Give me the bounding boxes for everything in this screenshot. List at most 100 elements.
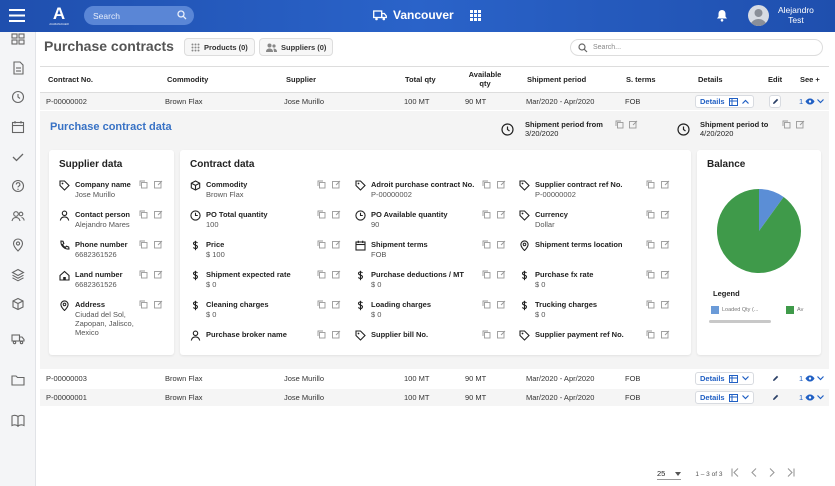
products-filter-chip[interactable]: Products (0) [184, 38, 255, 56]
help-icon[interactable] [11, 179, 25, 193]
edit-small-icon[interactable] [332, 300, 341, 309]
edit-small-icon[interactable] [154, 240, 163, 249]
last-page-icon[interactable] [787, 468, 795, 477]
copy-icon[interactable] [646, 240, 655, 249]
prev-page-icon[interactable] [751, 468, 757, 477]
edit-small-icon[interactable] [332, 210, 341, 219]
first-page-icon[interactable] [731, 468, 739, 477]
edit-button[interactable] [769, 391, 781, 404]
menu-icon[interactable] [9, 9, 25, 22]
copy-icon[interactable] [139, 270, 148, 279]
copy-icon[interactable] [482, 210, 491, 219]
see-more-button[interactable]: 1 [799, 95, 825, 108]
app-logo[interactable]: A AGMANAGER [46, 5, 72, 29]
copy-icon[interactable] [317, 240, 326, 249]
details-button[interactable]: Details [695, 95, 754, 108]
user-name[interactable]: Alejandro Test [778, 5, 814, 25]
edit-small-icon[interactable] [661, 270, 670, 279]
table-row[interactable]: P-00000001 Brown Flax Jose Murillo 100 M… [40, 389, 829, 406]
edit-small-icon[interactable] [154, 180, 163, 189]
see-more-button[interactable]: 1 [799, 372, 825, 385]
copy-icon[interactable] [646, 330, 655, 339]
details-button[interactable]: Details [695, 391, 754, 404]
calendar-icon[interactable] [11, 120, 25, 134]
edit-small-icon[interactable] [661, 180, 670, 189]
edit-small-icon[interactable] [332, 270, 341, 279]
truck-nav-icon[interactable] [11, 333, 25, 347]
col-shipment-period[interactable]: Shipment period [527, 75, 586, 84]
users-icon[interactable] [11, 209, 25, 223]
copy-icon[interactable] [646, 210, 655, 219]
copy-icon[interactable] [646, 300, 655, 309]
col-see-plus[interactable]: See + [800, 75, 820, 84]
page-size-select[interactable]: 25 [657, 469, 682, 480]
edit-small-icon[interactable] [661, 330, 670, 339]
pie-slice-available-qty[interactable] [717, 189, 801, 273]
edit-small-icon[interactable] [497, 300, 506, 309]
copy-icon[interactable] [482, 330, 491, 339]
edit-small-icon[interactable] [154, 300, 163, 309]
edit-small-icon[interactable] [154, 210, 163, 219]
copy-icon[interactable] [317, 180, 326, 189]
see-more-button[interactable]: 1 [799, 391, 825, 404]
copy-icon[interactable] [139, 300, 148, 309]
clock-icon[interactable] [11, 90, 25, 104]
next-page-icon[interactable] [769, 468, 775, 477]
copy-icon[interactable] [782, 120, 791, 129]
copy-icon[interactable] [646, 180, 655, 189]
edit-small-icon[interactable] [497, 330, 506, 339]
table-row[interactable]: P-00000003 Brown Flax Jose Murillo 100 M… [40, 370, 829, 387]
edit-small-icon[interactable] [661, 300, 670, 309]
col-contract-no[interactable]: Contract No. [48, 75, 93, 84]
col-commodity[interactable]: Commodity [167, 75, 208, 84]
location-icon[interactable] [11, 238, 25, 252]
apps-grid-icon[interactable] [470, 10, 481, 21]
check-icon[interactable] [11, 150, 25, 164]
copy-icon[interactable] [482, 300, 491, 309]
avatar[interactable] [748, 5, 769, 26]
edit-small-icon[interactable] [332, 330, 341, 339]
book-icon[interactable] [11, 414, 25, 428]
bell-icon[interactable] [716, 9, 728, 22]
details-button[interactable]: Details [695, 372, 754, 385]
document-icon[interactable] [11, 61, 25, 75]
layers-icon[interactable] [11, 268, 25, 282]
dashboard-icon[interactable] [11, 33, 25, 47]
location-selector[interactable]: Vancouver [373, 8, 454, 22]
copy-icon[interactable] [139, 180, 148, 189]
edit-small-icon[interactable] [796, 120, 805, 129]
copy-icon[interactable] [482, 240, 491, 249]
legend-item-loaded[interactable]: Loaded Qty (... [711, 306, 758, 314]
legend-scrollbar[interactable] [709, 320, 771, 323]
copy-icon[interactable] [139, 240, 148, 249]
copy-icon[interactable] [317, 210, 326, 219]
edit-small-icon[interactable] [661, 210, 670, 219]
copy-icon[interactable] [317, 270, 326, 279]
edit-small-icon[interactable] [497, 180, 506, 189]
folder-icon[interactable] [11, 374, 25, 388]
col-s-terms[interactable]: S. terms [626, 75, 656, 84]
legend-item-available[interactable]: Av [786, 306, 803, 314]
copy-icon[interactable] [317, 330, 326, 339]
box-icon[interactable] [11, 297, 25, 311]
edit-small-icon[interactable] [629, 120, 638, 129]
copy-icon[interactable] [317, 300, 326, 309]
copy-icon[interactable] [646, 270, 655, 279]
edit-button[interactable] [769, 372, 781, 385]
col-total-qty[interactable]: Total qty [405, 75, 436, 84]
global-search-input[interactable]: Search [84, 6, 194, 25]
table-row[interactable]: P-00000002 Brown Flax Jose Murillo 100 M… [40, 93, 829, 110]
copy-icon[interactable] [482, 180, 491, 189]
copy-icon[interactable] [139, 210, 148, 219]
col-supplier[interactable]: Supplier [286, 75, 316, 84]
suppliers-filter-chip[interactable]: Suppliers (0) [259, 38, 334, 56]
edit-small-icon[interactable] [332, 180, 341, 189]
edit-small-icon[interactable] [154, 270, 163, 279]
edit-button[interactable] [769, 95, 781, 108]
edit-small-icon[interactable] [661, 240, 670, 249]
edit-small-icon[interactable] [497, 240, 506, 249]
edit-small-icon[interactable] [332, 240, 341, 249]
col-available-qty[interactable]: Available qty [465, 70, 505, 88]
edit-small-icon[interactable] [497, 210, 506, 219]
contracts-search-input[interactable]: Search... [570, 39, 823, 56]
